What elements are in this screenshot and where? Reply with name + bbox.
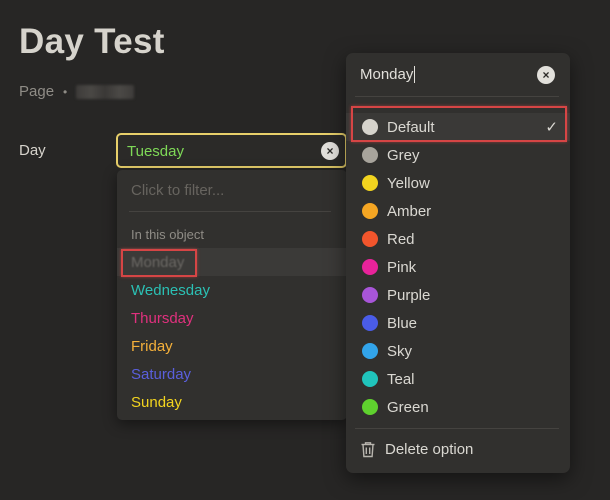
page-type-label: Page: [19, 83, 55, 100]
color-label: Pink: [387, 258, 417, 276]
swatch-icon: [362, 287, 378, 303]
swatch-icon: [362, 315, 378, 331]
color-red[interactable]: Red: [346, 225, 570, 253]
color-blue[interactable]: Blue: [346, 309, 570, 337]
swatch-icon: [362, 343, 378, 359]
option-item[interactable]: Saturday: [117, 360, 347, 388]
color-label: Purple: [387, 286, 431, 304]
color-label: Green: [387, 398, 429, 416]
swatch-icon: [362, 371, 378, 387]
option-label: Friday: [131, 337, 173, 355]
day-select-field[interactable]: Tuesday ×: [116, 133, 347, 168]
highlight-box-default: [351, 106, 567, 142]
color-yellow[interactable]: Yellow: [346, 169, 570, 197]
clear-input-icon[interactable]: ×: [537, 66, 555, 84]
divider: [355, 428, 559, 429]
filter-input[interactable]: Click to filter...: [131, 182, 224, 199]
color-purple[interactable]: Purple: [346, 281, 570, 309]
redacted-author: [76, 84, 135, 99]
option-label: Thursday: [131, 309, 194, 327]
options-dropdown: Click to filter... In this object Monday…: [117, 170, 347, 420]
color-label: Grey: [387, 146, 420, 164]
option-item[interactable]: Friday: [117, 332, 347, 360]
color-sky[interactable]: Sky: [346, 337, 570, 365]
section-label: In this object: [131, 227, 204, 242]
swatch-icon: [362, 147, 378, 163]
option-item[interactable]: Sunday: [117, 388, 347, 416]
color-teal[interactable]: Teal: [346, 365, 570, 393]
swatch-icon: [362, 231, 378, 247]
option-item[interactable]: Thursday: [117, 304, 347, 332]
delete-option-button[interactable]: Delete option: [360, 441, 473, 458]
option-label: Wednesday: [131, 281, 210, 299]
divider: [129, 211, 331, 212]
page-meta: Page •: [19, 83, 135, 100]
property-label: Day: [19, 142, 46, 159]
color-label: Red: [387, 230, 415, 248]
option-name-input[interactable]: Monday: [360, 66, 416, 83]
color-pink[interactable]: Pink: [346, 253, 570, 281]
color-label: Teal: [387, 370, 415, 388]
color-label: Sky: [387, 342, 413, 360]
meta-separator: •: [63, 84, 68, 99]
swatch-icon: [362, 203, 378, 219]
option-label: Sunday: [131, 393, 182, 411]
divider: [355, 96, 559, 97]
highlight-box-monday: [121, 249, 197, 277]
trash-icon: [361, 442, 375, 458]
color-green[interactable]: Green: [346, 393, 570, 421]
color-label: Amber: [387, 202, 432, 220]
color-amber[interactable]: Amber: [346, 197, 570, 225]
selected-value: Tuesday: [127, 143, 184, 160]
page-title: Day Test: [19, 22, 165, 61]
clear-selection-icon[interactable]: ×: [321, 142, 339, 160]
swatch-icon: [362, 399, 378, 415]
option-label: Saturday: [131, 365, 192, 383]
color-label: Blue: [387, 314, 418, 332]
color-label: Yellow: [387, 174, 430, 192]
swatch-icon: [362, 259, 378, 275]
color-grey[interactable]: Grey: [346, 141, 570, 169]
swatch-icon: [362, 175, 378, 191]
option-item[interactable]: Wednesday: [117, 276, 347, 304]
delete-option-label: Delete option: [385, 441, 474, 458]
